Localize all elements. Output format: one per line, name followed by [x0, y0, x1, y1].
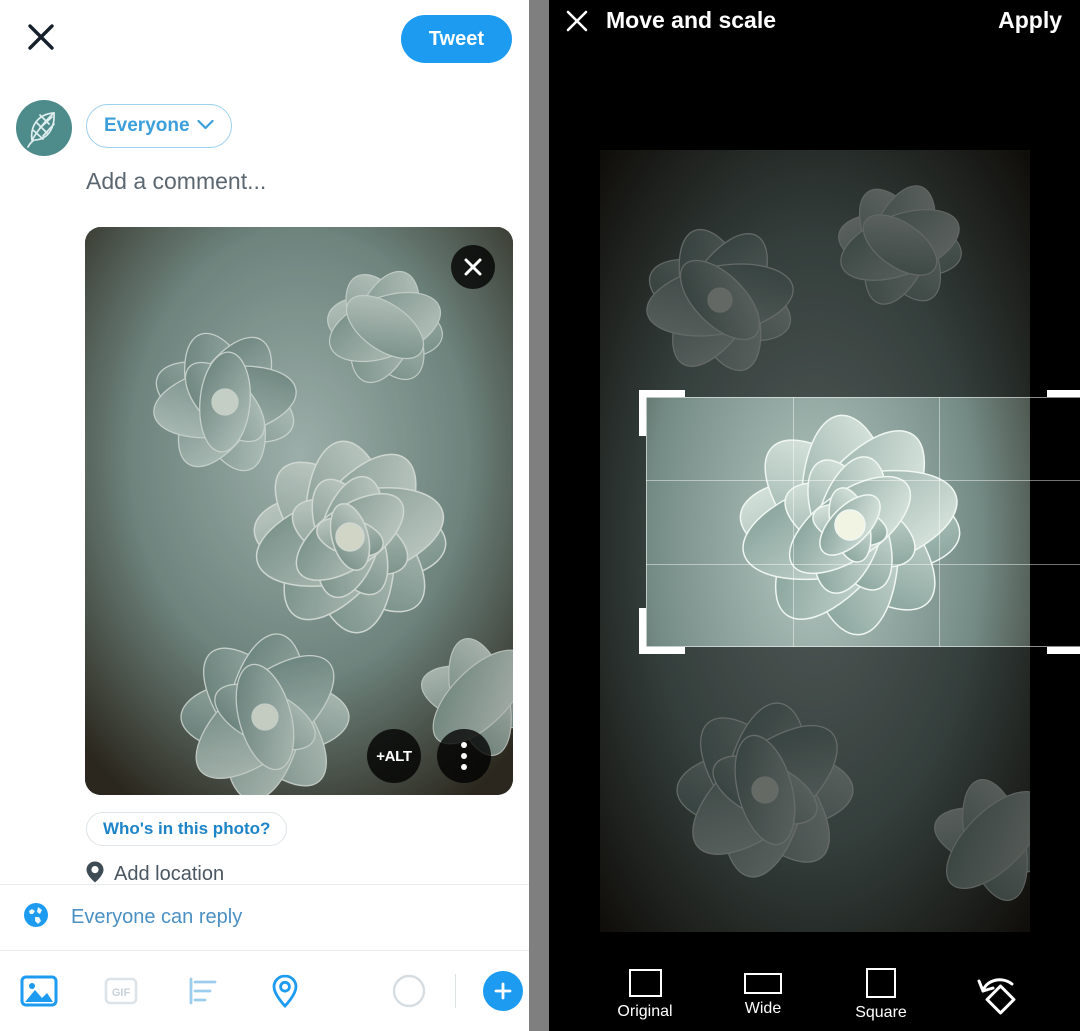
audience-label: Everyone	[104, 115, 190, 136]
remove-photo-button[interactable]	[451, 245, 495, 289]
character-count-ring-icon	[391, 973, 427, 1009]
rotate-button[interactable]	[963, 973, 1033, 1017]
crop-handle-bottom-left[interactable]	[639, 608, 685, 654]
crop-stage[interactable]	[600, 150, 1080, 932]
add-location-label: Add location	[114, 863, 225, 885]
compose-panel: Tweet Everyone Add a comment... +ALT Who…	[0, 0, 529, 1031]
compose-header: Tweet	[0, 0, 529, 78]
close-icon[interactable]	[564, 8, 590, 34]
aspect-option-original[interactable]: Original	[597, 969, 693, 1021]
rect-original-icon	[628, 969, 662, 997]
crop-panel: Move and scale Apply Original Wide Squar…	[549, 0, 1080, 1031]
tweet-button[interactable]: Tweet	[400, 15, 512, 63]
toolbar-divider	[455, 974, 456, 1008]
add-tweet-button[interactable]	[483, 971, 523, 1011]
rect-wide-icon	[744, 972, 782, 994]
comment-input[interactable]: Add a comment...	[86, 168, 266, 195]
panel-divider	[529, 0, 549, 1031]
crop-handle-top-right[interactable]	[1047, 390, 1080, 436]
avatar[interactable]	[16, 100, 72, 156]
aspect-option-label: Wide	[744, 999, 782, 1017]
screen-root: Tweet Everyone Add a comment... +ALT Who…	[0, 0, 1080, 1031]
apply-button[interactable]: Apply	[998, 7, 1062, 34]
aspect-option-label: Original	[617, 1003, 673, 1020]
poll-icon[interactable]	[182, 970, 224, 1012]
more-vertical-icon[interactable]	[437, 729, 491, 783]
gif-icon[interactable]: GIF	[100, 970, 142, 1012]
svg-text:GIF: GIF	[112, 987, 131, 999]
add-alt-text-button[interactable]: +ALT	[367, 729, 421, 783]
succulent-photo-full	[600, 150, 1030, 932]
photo-preview[interactable]: +ALT	[85, 227, 513, 795]
leaf-avatar-icon	[27, 112, 55, 148]
globe-icon	[23, 902, 49, 933]
close-icon[interactable]	[25, 21, 57, 53]
aspect-option-label: Square	[855, 1004, 907, 1021]
reply-settings-label: Everyone can reply	[71, 906, 243, 928]
identity-row: Everyone	[0, 100, 529, 160]
crop-handle-top-left[interactable]	[639, 390, 685, 436]
chevron-down-icon	[196, 117, 214, 135]
image-icon[interactable]	[18, 970, 60, 1012]
crop-title: Move and scale	[606, 7, 777, 33]
compose-toolbar: GIF	[0, 951, 529, 1031]
reply-settings-button[interactable]: Everyone can reply	[0, 885, 529, 950]
location-pin-icon[interactable]	[264, 970, 306, 1012]
aspect-option-square[interactable]: Square	[833, 968, 929, 1022]
tag-people-button[interactable]: Who's in this photo?	[86, 812, 288, 846]
crop-handle-bottom-right[interactable]	[1047, 608, 1080, 654]
close-icon	[464, 258, 482, 276]
audience-selector[interactable]: Everyone	[86, 104, 232, 148]
aspect-option-wide[interactable]: Wide	[715, 972, 811, 1018]
rect-square-icon	[866, 968, 896, 998]
succulent-photo	[85, 227, 513, 795]
plus-icon	[494, 982, 512, 1000]
rotate-icon	[977, 978, 1016, 1015]
crop-header: Move and scale Apply	[549, 0, 1080, 52]
crop-toolbar: Original Wide Square	[549, 959, 1080, 1031]
